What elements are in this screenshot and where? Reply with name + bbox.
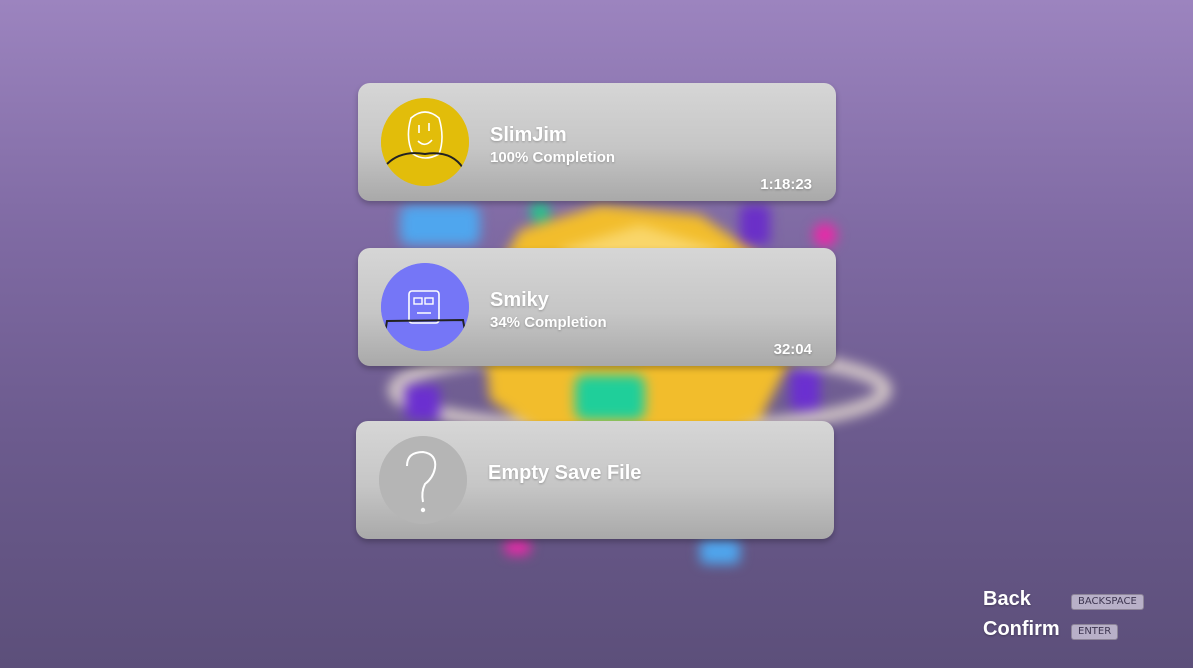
slot-name: Smiky	[490, 289, 549, 311]
slot-name: SlimJim	[490, 124, 567, 146]
avatar	[381, 263, 469, 351]
slot-playtime: 1:18:23	[760, 176, 812, 193]
robot-face-icon	[381, 263, 469, 351]
smiley-face-icon	[381, 98, 469, 186]
save-slot-3[interactable]: Empty Save File	[356, 421, 834, 539]
confirm-label: Confirm	[983, 618, 1060, 640]
empty-slot-label: Empty Save File	[488, 462, 642, 484]
avatar	[381, 98, 469, 186]
slot-completion: 100% Completion	[490, 149, 616, 166]
slot-playtime: 32:04	[773, 341, 812, 358]
save-slot-1[interactable]: SlimJim 100% Completion 1:18:23	[358, 83, 836, 201]
back-label: Back	[983, 588, 1031, 610]
slot-completion: 34% Completion	[490, 314, 607, 331]
backspace-key-badge: BACKSPACE	[1071, 594, 1144, 610]
back-control[interactable]: Back BACKSPACE	[983, 588, 1173, 614]
save-slot-2[interactable]: Smiky 34% Completion 32:04	[358, 248, 836, 366]
avatar	[379, 436, 467, 524]
enter-key-badge: ENTER	[1071, 624, 1119, 640]
question-mark-icon	[379, 436, 467, 524]
confirm-control[interactable]: Confirm ENTER	[983, 618, 1173, 644]
